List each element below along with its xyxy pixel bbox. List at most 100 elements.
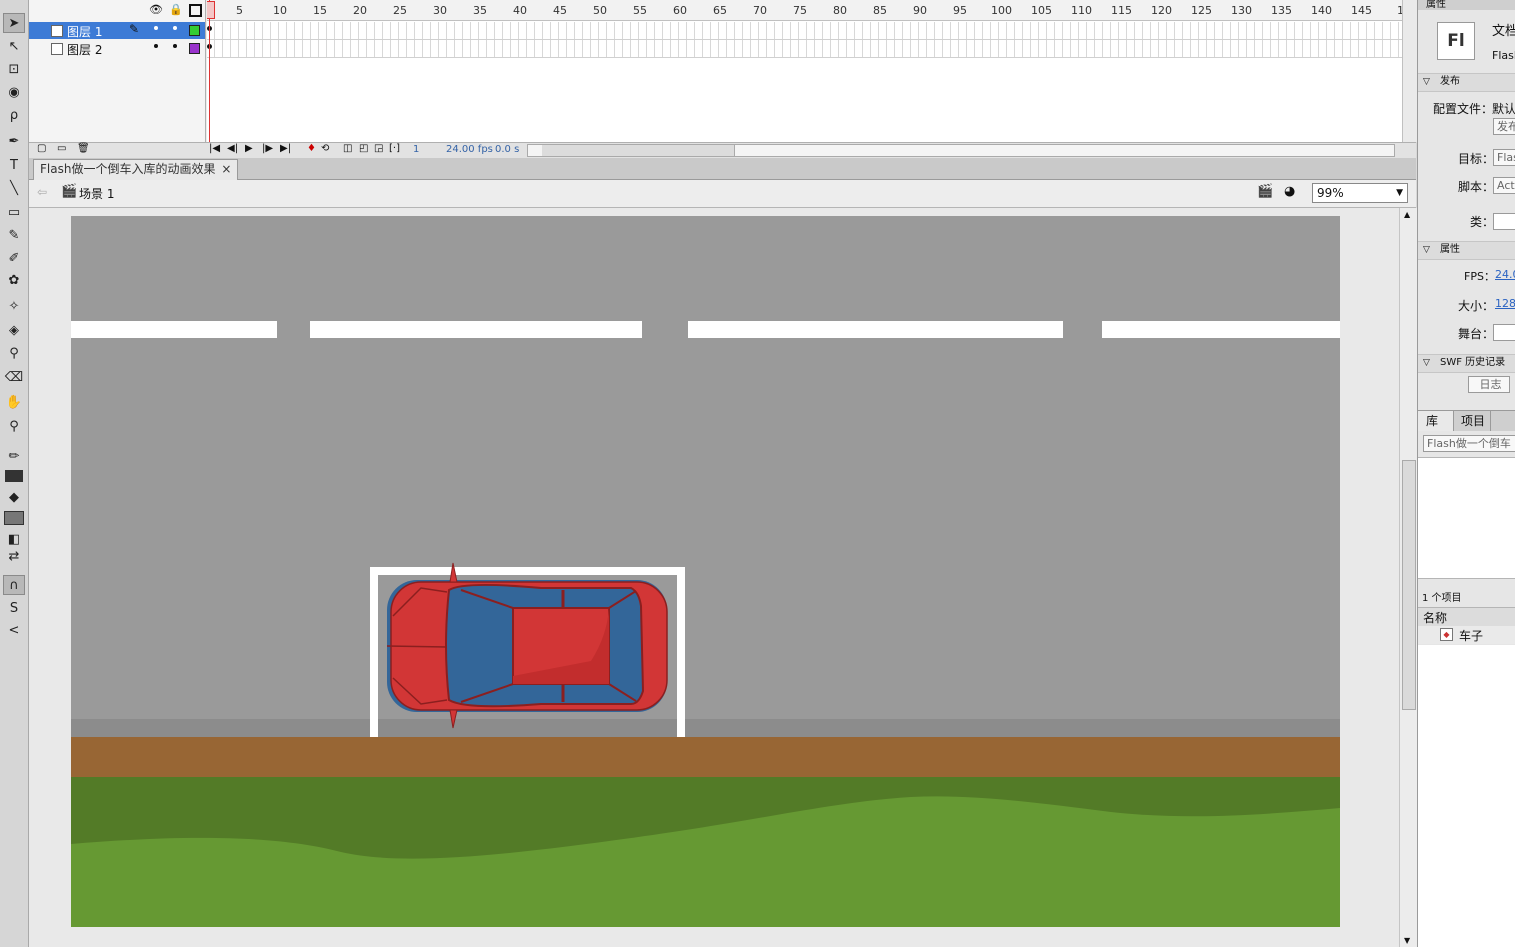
line-tool-icon[interactable]: ╲ (3, 178, 25, 198)
current-frame[interactable]: 1 (413, 144, 419, 155)
layer-color-swatch[interactable] (189, 43, 200, 54)
hscroll-thumb[interactable] (542, 145, 735, 156)
smooth-icon[interactable]: S (3, 598, 25, 618)
ruler-number: 25 (393, 4, 407, 17)
timeline-hscrollbar[interactable] (527, 144, 1395, 157)
frame-rate[interactable]: 24.00 fps (446, 144, 493, 155)
stroke-color-icon[interactable]: ✏ (3, 446, 25, 466)
outline-icon[interactable] (189, 4, 202, 17)
lock-icon[interactable]: 🔒 (169, 3, 183, 16)
fps-value[interactable]: 24.0 (1495, 268, 1515, 281)
script-label: 脚本： (1458, 180, 1495, 194)
publish-button[interactable]: 发布 (1493, 118, 1515, 135)
library-count: 1 个项目 (1422, 593, 1462, 604)
layer-color-swatch[interactable] (189, 25, 200, 36)
eye-icon[interactable]: 👁 (149, 3, 163, 16)
first-frame-icon[interactable]: |◀ (209, 143, 220, 154)
hand-tool-icon[interactable]: ✋ (3, 392, 25, 412)
eraser-tool-icon[interactable]: ⌫ (3, 367, 25, 387)
size-value[interactable]: 1280 (1495, 297, 1515, 310)
script-select[interactable]: ActionScript (1493, 177, 1515, 194)
lock-dot[interactable] (173, 44, 177, 48)
subselection-tool-icon[interactable]: ↖ (3, 36, 25, 56)
deco-tool-icon[interactable]: ✿ (3, 270, 25, 290)
library-header[interactable]: 名称 (1418, 607, 1515, 627)
swf-history-section[interactable]: ▽ SWF 历史记录 (1418, 354, 1515, 373)
tab-library[interactable]: 库 (1418, 411, 1454, 431)
frame-row[interactable] (207, 40, 1402, 58)
lock-dot[interactable] (173, 26, 177, 30)
onion-markers-icon[interactable]: [·] (389, 143, 400, 154)
free-transform-tool-icon[interactable]: ⊡ (3, 59, 25, 79)
profile-value[interactable]: 默认 (1492, 100, 1515, 117)
stage[interactable] (71, 216, 1340, 927)
properties-section[interactable]: ▽ 属性 (1418, 241, 1515, 260)
properties-tab[interactable]: 属性 (1426, 0, 1446, 10)
new-folder-icon[interactable]: ▭ (57, 143, 66, 154)
stage-artwork (71, 216, 1340, 927)
chevron-down-icon[interactable]: ▼ (1396, 184, 1403, 202)
fill-color-swatch[interactable] (3, 508, 25, 528)
scroll-down-icon[interactable]: ▼ (1404, 936, 1410, 945)
last-frame-icon[interactable]: ▶| (280, 143, 291, 154)
prev-frame-icon[interactable]: ◀| (227, 143, 238, 154)
rectangle-tool-icon[interactable]: ▭ (3, 202, 25, 222)
layer-row[interactable]: 图层 1 ✎ (29, 22, 205, 39)
lasso-tool-icon[interactable]: ρ (3, 105, 25, 125)
selection-tool-icon[interactable]: ➤ (3, 13, 25, 33)
visibility-dot[interactable] (154, 44, 158, 48)
playhead[interactable] (207, 0, 215, 142)
play-icon[interactable]: ▶ (245, 143, 253, 154)
scroll-up-icon[interactable]: ▲ (1404, 210, 1410, 219)
tab-project[interactable]: 项目 (1455, 411, 1491, 431)
next-frame-icon[interactable]: |▶ (262, 143, 273, 154)
library-document-select[interactable]: Flash做一个倒车 (1423, 435, 1515, 452)
loop-icon[interactable]: ⟲ (321, 143, 329, 154)
list-item[interactable]: ◆ 车子 (1418, 626, 1515, 644)
3d-rotation-tool-icon[interactable]: ◉ (3, 82, 25, 102)
center-frame-icon[interactable]: ♦ (307, 143, 316, 154)
pencil-tool-icon[interactable]: ✎ (3, 225, 25, 245)
fill-color-icon[interactable]: ◆ (3, 487, 25, 507)
onion-skin-icon[interactable]: ◫ (343, 143, 352, 154)
frame-grid[interactable]: 1510152025303540455055606570758085909510… (207, 0, 1402, 142)
document-tab[interactable]: Flash做一个倒车入库的动画效果 × (33, 159, 239, 180)
stage-color-swatch[interactable] (1493, 324, 1515, 341)
close-icon[interactable]: × (221, 160, 231, 179)
zoom-tool-icon[interactable]: ⚲ (3, 416, 25, 436)
eyedropper-tool-icon[interactable]: ⚲ (3, 343, 25, 363)
timeline-scrollbar[interactable] (1402, 0, 1417, 142)
straighten-icon[interactable]: < (3, 620, 25, 640)
onion-outline-icon[interactable]: ◰ (359, 143, 368, 154)
back-arrow-icon[interactable]: ⇦ (37, 185, 47, 199)
scene-label[interactable]: 场景 1 (79, 185, 114, 202)
zoom-select[interactable]: 99% ▼ (1312, 183, 1408, 203)
edit-symbols-icon[interactable]: ◕ (1284, 184, 1295, 199)
chevron-down-icon[interactable]: ▽ (1423, 74, 1430, 90)
visibility-dot[interactable] (154, 26, 158, 30)
pen-tool-icon[interactable]: ✒ (3, 131, 25, 151)
target-select[interactable]: Flash (1493, 149, 1515, 166)
bone-tool-icon[interactable]: ✧ (3, 296, 25, 316)
stroke-color-swatch[interactable] (3, 466, 25, 486)
text-tool-icon[interactable]: T (3, 155, 25, 175)
edit-scene-icon[interactable]: 🎬 (1257, 184, 1273, 199)
frame-row[interactable] (207, 22, 1402, 40)
movie-clip-icon: ◆ (1440, 628, 1453, 641)
edit-multiple-icon[interactable]: ◲ (374, 143, 383, 154)
log-button[interactable]: 日志 (1468, 376, 1510, 393)
snap-to-objects-icon[interactable]: ∩ (3, 575, 25, 595)
publish-section[interactable]: ▽ 发布 (1418, 73, 1515, 92)
class-input[interactable] (1493, 213, 1515, 230)
paint-bucket-tool-icon[interactable]: ◈ (3, 320, 25, 340)
chevron-down-icon[interactable]: ▽ (1423, 242, 1430, 258)
stage-vscrollbar[interactable]: ▲ ▼ (1399, 208, 1417, 947)
brush-tool-icon[interactable]: ✐ (3, 248, 25, 268)
delete-layer-icon[interactable]: 🗑 (77, 143, 90, 154)
frame-ruler[interactable]: 1510152025303540455055606570758085909510… (207, 0, 1402, 21)
swap-colors-icon[interactable]: ⇄ (3, 546, 25, 566)
vscroll-thumb[interactable] (1402, 460, 1416, 710)
chevron-down-icon[interactable]: ▽ (1423, 355, 1430, 371)
new-layer-icon[interactable]: ▢ (37, 143, 46, 154)
layer-row[interactable]: 图层 2 (29, 40, 205, 57)
